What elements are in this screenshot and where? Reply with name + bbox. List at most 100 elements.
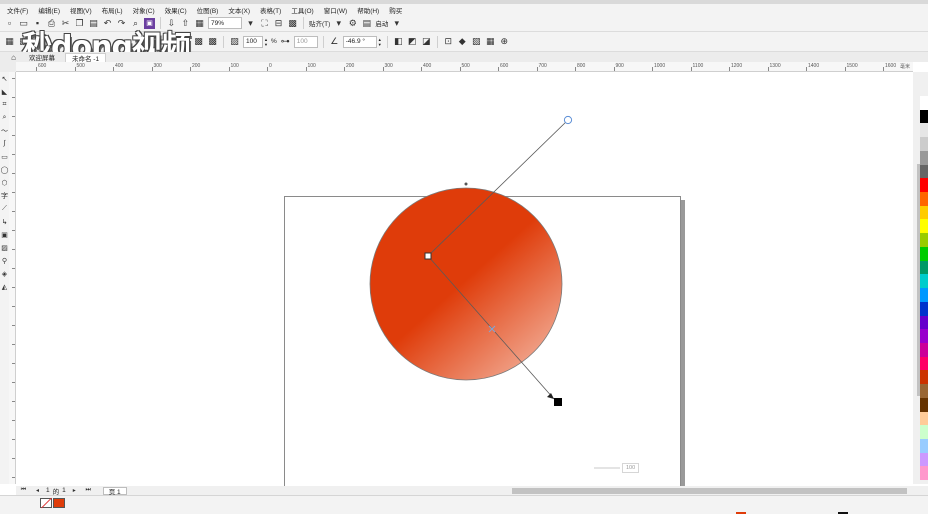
menu-object[interactable]: 对象(C) <box>128 5 160 15</box>
menu-window[interactable]: 窗口(W) <box>319 5 352 15</box>
palette-swatch[interactable] <box>920 219 928 234</box>
status-fill-color-swatch[interactable] <box>53 498 65 508</box>
opacity-value-field[interactable]: 100 <box>622 463 640 473</box>
flip-horizontal-icon[interactable]: ◧ <box>393 36 404 47</box>
open-folder-icon[interactable]: ▭ <box>18 18 29 29</box>
palette-swatch[interactable] <box>920 438 928 453</box>
palette-swatch[interactable] <box>920 260 928 275</box>
palette-swatch[interactable] <box>920 370 928 385</box>
publish-pdf-icon[interactable]: ▦ <box>194 18 205 29</box>
menu-table[interactable]: 表格(T) <box>255 5 286 15</box>
menu-file[interactable]: 文件(F) <box>2 5 33 15</box>
flip-vertical-icon[interactable]: ◩ <box>407 36 418 47</box>
palette-swatch[interactable] <box>920 246 928 261</box>
menu-help[interactable]: 帮助(H) <box>352 5 384 15</box>
palette-swatch[interactable] <box>920 356 928 371</box>
cut-icon[interactable]: ✂ <box>60 18 71 29</box>
eyedropper-tool-icon[interactable]: ⚲ <box>1 256 9 265</box>
chevron-down-icon[interactable]: ▾ <box>333 18 344 29</box>
palette-swatch[interactable] <box>920 274 928 289</box>
palette-swatch[interactable] <box>920 123 928 138</box>
palette-swatch[interactable] <box>920 96 928 110</box>
horizontal-ruler[interactable]: 600 500 400 300 200 100 0 100 200 300 400 500 600 700… <box>16 62 913 72</box>
drawing-canvas[interactable]: 100 <box>16 72 913 511</box>
application-launcher-icon[interactable]: ▤ <box>361 18 372 29</box>
palette-swatch[interactable] <box>920 411 928 426</box>
status-fill-none-icon[interactable] <box>40 498 52 508</box>
parallel-dimension-icon[interactable]: ⟋ <box>1 204 9 213</box>
palette-swatch[interactable] <box>920 288 928 302</box>
tab-welcome-screen[interactable]: 欢迎屏幕 <box>23 53 61 62</box>
smart-fill-icon[interactable]: ◭ <box>1 282 9 291</box>
palette-swatch[interactable] <box>920 137 928 151</box>
menu-effects[interactable]: 效果(C) <box>160 5 192 15</box>
palette-swatch[interactable] <box>920 397 928 412</box>
connector-tool-icon[interactable]: ↳ <box>1 217 9 226</box>
add-icon[interactable]: ⊕ <box>499 36 510 47</box>
angle-field[interactable]: -46.9 ° <box>342 35 377 48</box>
corel-connect-icon[interactable]: ▣ <box>144 17 155 29</box>
page-tab-1[interactable]: 页 1 <box>102 486 127 496</box>
show-grid-icon[interactable]: ▩ <box>287 18 298 29</box>
gradient-end-node[interactable] <box>554 398 562 406</box>
transparency-value-field[interactable]: 100 <box>243 35 263 48</box>
palette-swatch[interactable] <box>920 150 928 165</box>
palette-swatch[interactable] <box>920 192 928 206</box>
palette-swatch[interactable] <box>920 342 928 357</box>
new-document-icon[interactable]: ▫ <box>4 18 15 29</box>
palette-swatch[interactable] <box>920 329 928 343</box>
launch-dropdown[interactable]: 启动 <box>375 18 388 28</box>
free-scale-icon[interactable]: ⊡ <box>443 36 454 47</box>
palette-swatch[interactable] <box>920 301 928 316</box>
horizontal-scrollbar[interactable] <box>494 488 924 494</box>
circle-top-node[interactable] <box>464 182 468 186</box>
freehand-tool-icon[interactable]: 〜 <box>1 126 9 135</box>
menu-tools[interactable]: 工具(O) <box>286 5 318 15</box>
pick-tool-icon[interactable]: ↖ <box>1 74 9 83</box>
copy-icon[interactable]: ❐ <box>74 18 85 29</box>
zoom-level-field[interactable]: 79% <box>208 17 242 29</box>
chevron-down-icon[interactable]: ▾ <box>245 18 256 29</box>
gradient-start-node[interactable] <box>424 252 432 260</box>
menu-text[interactable]: 文本(X) <box>223 5 255 15</box>
search-icon[interactable]: ⌕ <box>130 18 141 29</box>
gear-icon[interactable]: ⚙ <box>347 18 358 29</box>
text-tool-icon[interactable]: 字 <box>1 191 9 200</box>
linear-transparency-icon[interactable]: ▩ <box>165 36 176 47</box>
transparency-type-icon[interactable]: ▦ <box>4 36 15 47</box>
copy-transparency-icon[interactable]: ▦ <box>485 36 496 47</box>
polygon-tool-icon[interactable]: ⬡ <box>1 178 9 187</box>
node-transparency-icon[interactable]: ▨ <box>229 36 240 47</box>
print-icon[interactable]: ⎙ <box>46 18 57 29</box>
midpoint-field[interactable]: 100 <box>293 35 318 48</box>
transparency-spinner[interactable]: ▲ ▼ <box>264 37 268 47</box>
palette-swatch[interactable] <box>920 164 928 179</box>
shape-tool-icon[interactable]: ◣ <box>1 87 9 96</box>
chevron-down-icon[interactable]: ▾ <box>391 18 402 29</box>
pick-tool-icon[interactable]: ▨ <box>18 36 29 47</box>
angle-spinner[interactable]: ▲ ▼ <box>378 37 382 47</box>
interactive-fill-icon[interactable]: ◈ <box>1 269 9 278</box>
gradient-circle[interactable] <box>369 187 563 381</box>
palette-swatch[interactable] <box>920 384 928 398</box>
gradient-angle-handle[interactable] <box>563 115 573 125</box>
redo-icon[interactable]: ↷ <box>116 18 127 29</box>
drop-shadow-icon[interactable]: ▣ <box>1 230 9 239</box>
palette-swatch[interactable] <box>920 425 928 439</box>
full-screen-icon[interactable]: ⛶ <box>259 18 270 29</box>
snap-to-dropdown[interactable]: 贴齐(T) <box>309 18 330 28</box>
menu-buy[interactable]: 购买 <box>384 5 407 15</box>
conical-transparency-icon[interactable]: ▩ <box>193 36 204 47</box>
palette-swatch[interactable] <box>920 178 928 193</box>
horizontal-scroll-thumb[interactable] <box>512 488 907 494</box>
palette-swatch[interactable] <box>920 466 928 481</box>
target-icon[interactable]: ◆ <box>457 36 468 47</box>
save-icon[interactable]: ▪ <box>32 18 43 29</box>
transparency-tool-icon[interactable]: ▨ <box>1 243 9 252</box>
ruler-origin[interactable] <box>0 62 16 72</box>
ellipse-tool-icon[interactable]: ◯ <box>1 165 9 174</box>
artistic-media-icon[interactable]: ∫ <box>1 139 9 148</box>
palette-swatch[interactable] <box>920 109 928 124</box>
zoom-tool-icon[interactable]: ⌕ <box>1 113 9 122</box>
home-icon[interactable]: ⌂ <box>8 52 19 63</box>
